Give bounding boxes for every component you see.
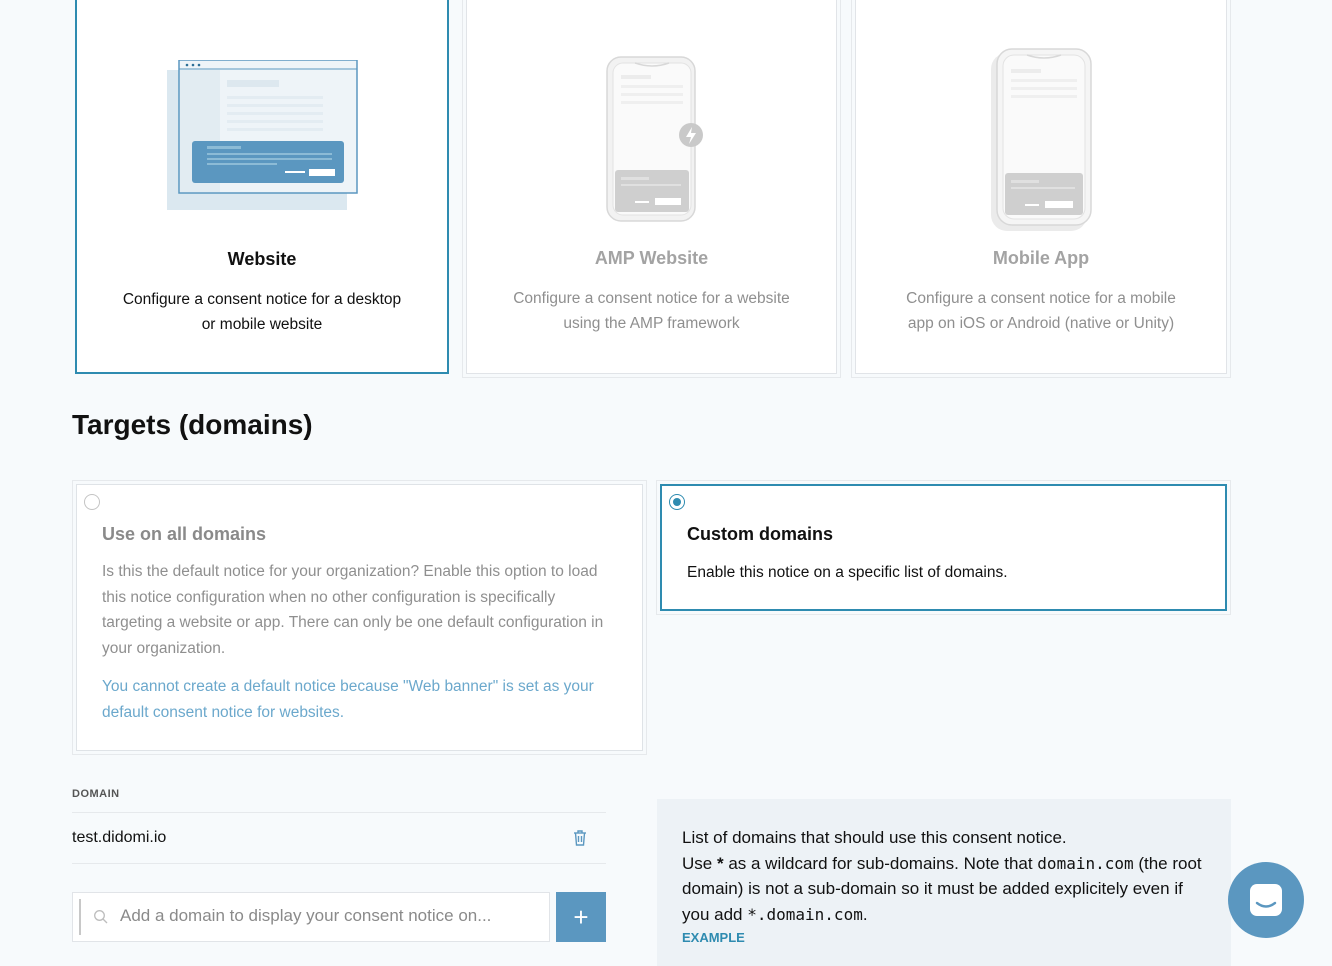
- target-card-all-domains[interactable]: Use on all domains Is this the default n…: [72, 480, 647, 755]
- help-line: List of domains that should use this con…: [682, 828, 1067, 847]
- domain-column-label: DOMAIN: [72, 788, 120, 800]
- type-card-mobile-app[interactable]: Mobile App Configure a consent notice fo…: [851, 0, 1231, 378]
- target-description: Is this the default notice for your orga…: [102, 563, 604, 657]
- type-description: Configure a consent notice for a desktop…: [122, 291, 402, 333]
- type-description: Configure a consent notice for a website…: [513, 290, 790, 332]
- target-title: Custom domains: [687, 524, 834, 544]
- type-card-amp-website[interactable]: AMP Website Configure a consent notice f…: [462, 0, 841, 378]
- type-description: Configure a consent notice for a mobile …: [906, 290, 1176, 332]
- add-domain-placeholder: Add a domain to display your consent not…: [120, 906, 492, 925]
- chat-icon: [1248, 882, 1284, 923]
- chat-launcher-button[interactable]: [1228, 862, 1304, 938]
- target-description: Enable this notice on a specific list of…: [687, 564, 1008, 581]
- all-domains-radio[interactable]: [84, 494, 100, 510]
- browser-illustration: [167, 59, 362, 217]
- search-icon: [93, 909, 109, 930]
- type-title: Mobile App: [992, 248, 1090, 268]
- type-title: Website: [227, 249, 297, 269]
- amp-phone-illustration: [605, 55, 705, 230]
- target-title: Use on all domains: [102, 524, 267, 544]
- targets-heading: Targets (domains): [72, 409, 313, 440]
- example-label: EXAMPLE: [682, 930, 745, 945]
- custom-domains-radio[interactable]: [669, 494, 685, 510]
- table-row: test.didomi.io: [72, 812, 606, 864]
- help-wildcard-note: Use * as a wildcard for sub-domains. Not…: [682, 853, 1202, 924]
- domain-value: test.didomi.io: [72, 829, 167, 846]
- domains-help-panel: List of domains that should use this con…: [657, 799, 1231, 966]
- mobile-phone-illustration: [991, 47, 1095, 238]
- trash-icon[interactable]: [572, 829, 588, 847]
- type-title: AMP Website: [594, 248, 709, 268]
- type-card-website[interactable]: Website Configure a consent notice for a…: [75, 0, 449, 374]
- add-domain-button[interactable]: +: [556, 892, 606, 942]
- target-card-custom-domains[interactable]: Custom domains Enable this notice on a s…: [656, 480, 1231, 615]
- add-domain-input[interactable]: Add a domain to display your consent not…: [72, 892, 550, 942]
- default-notice-warning: You cannot create a default notice becau…: [102, 678, 594, 721]
